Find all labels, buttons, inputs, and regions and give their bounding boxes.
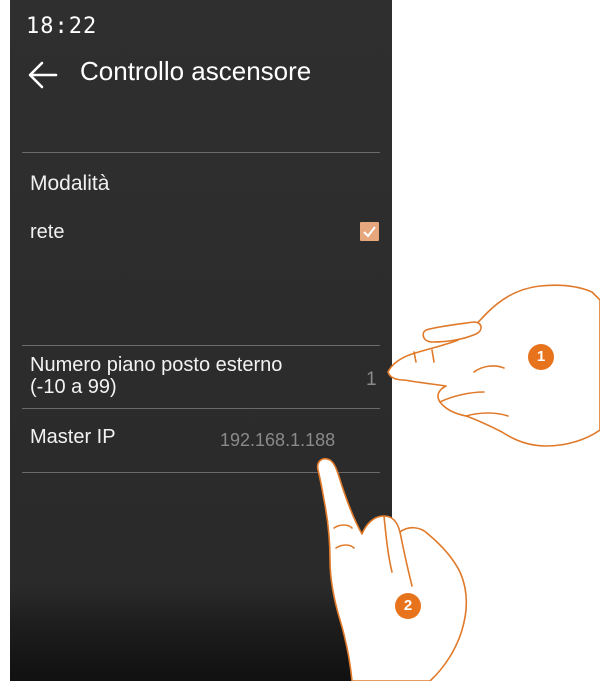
divider [22, 408, 380, 409]
divider [22, 152, 380, 153]
device-screen: 18:22 Controllo ascensore Modalità rete … [10, 0, 392, 681]
master-ip-value[interactable]: 192.168.1.188 [220, 430, 335, 451]
status-time: 18:22 [26, 14, 98, 39]
mode-value: rete [30, 221, 65, 243]
pointing-hand-icon [387, 284, 600, 447]
mode-label: Modalità [30, 172, 110, 195]
floor-number-value[interactable]: 1 [366, 369, 377, 391]
checkmark-icon [363, 226, 376, 238]
floor-number-label: Numero piano posto esterno (-10 a 99) [30, 354, 283, 398]
callout-badge-2: 2 [395, 593, 421, 619]
screen-bottom-fade [10, 591, 392, 681]
callout-badge-1: 1 [528, 344, 554, 370]
mode-checkbox[interactable] [360, 222, 379, 241]
master-ip-label: Master IP [30, 426, 116, 448]
page-title: Controllo ascensore [80, 56, 312, 86]
divider [22, 472, 380, 473]
divider [22, 345, 380, 346]
back-button[interactable] [26, 58, 62, 94]
arrow-left-icon [28, 61, 58, 89]
